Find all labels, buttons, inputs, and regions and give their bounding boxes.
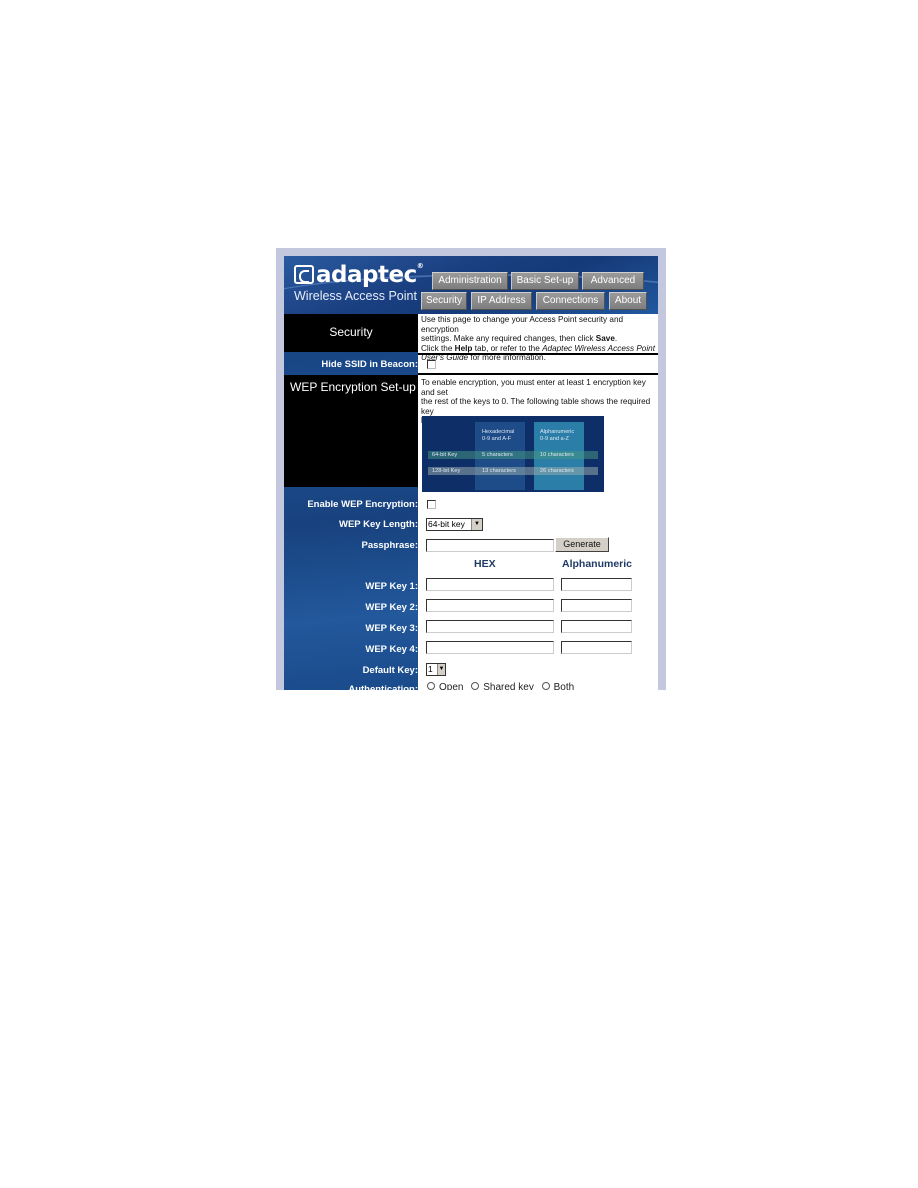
wep-key-1-alpha-input[interactable] [561, 578, 632, 591]
alpha-column-header: Alphanumeric [562, 558, 633, 570]
auth-option-label: Open [439, 682, 464, 690]
adaptec-logo: adaptec® [294, 262, 424, 288]
tab-advanced[interactable]: Advanced [582, 272, 644, 290]
tab-administration[interactable]: Administration [432, 272, 508, 290]
alpha-header-line: 0-9 and a-Z [540, 435, 569, 442]
wep-desc-line: the rest of the keys to 0. The following… [421, 397, 651, 416]
hex-header-line: 0-9 and A-F [482, 435, 512, 442]
wep-key-2-label: WEP Key 2: [365, 602, 418, 613]
intro-line: Use this page to change your Access Poin… [421, 315, 624, 334]
access-point-window: adaptec® Wireless Access Point Administr… [284, 256, 658, 690]
logo-text: adaptec [316, 262, 417, 288]
auth-option-shared-key[interactable]: Shared key [471, 682, 534, 690]
page-title: Security [329, 325, 373, 339]
wep-key-4-hex-input[interactable] [426, 641, 554, 654]
wep-key-3-label: WEP Key 3: [365, 623, 418, 634]
header-banner: adaptec® Wireless Access Point Administr… [284, 256, 658, 314]
hex-column-header: HEX [474, 558, 496, 570]
key-length-value: 64-bit key [428, 519, 465, 529]
intro-text-part: Click the [421, 343, 455, 353]
divider [418, 373, 658, 375]
radio-icon[interactable] [427, 682, 435, 690]
passphrase-label: Passphrase: [361, 540, 418, 551]
hide-ssid-label: Hide SSID in Beacon: [321, 359, 418, 370]
hex-header: Hexadecimal 0-9 and A-F [482, 429, 514, 442]
radio-icon[interactable] [471, 682, 480, 690]
wep-key-1-hex-input[interactable] [426, 578, 554, 591]
auth-option-both[interactable]: Both [541, 682, 575, 690]
enable-wep-label: Enable WEP Encryption: [307, 499, 418, 510]
tab-security[interactable]: Security [421, 292, 467, 310]
key-length-select[interactable]: 64-bit key ▼ [426, 518, 483, 531]
row-hex-value: 5 characters [482, 452, 513, 458]
wep-key-1-label: WEP Key 1: [365, 581, 418, 592]
default-key-value: 1 [428, 664, 433, 674]
default-key-select[interactable]: 1 ▼ [426, 663, 446, 676]
hide-ssid-checkbox[interactable] [427, 360, 436, 369]
alpha-header-line: Alphanumeric [540, 429, 575, 435]
hex-header-line: Hexadecimal [482, 429, 515, 435]
help-emphasis: Help [454, 343, 473, 353]
row-label: 128-bit Key [432, 468, 461, 474]
tab-about[interactable]: About [609, 292, 647, 310]
wep-key-3-alpha-input[interactable] [561, 620, 632, 633]
generate-button[interactable]: Generate [555, 537, 609, 552]
wep-setup-title: WEP Encryption Set-up [290, 380, 416, 394]
default-key-label: Default Key: [362, 665, 418, 676]
authentication-label: Authentication: [348, 684, 418, 690]
key-length-label: WEP Key Length: [339, 519, 418, 530]
row-label: 64-bit Key [432, 452, 458, 458]
row-alpha-value: 26 characters [540, 468, 574, 474]
adaptec-logo-icon [294, 265, 314, 284]
guide-title: Adaptec Wireless Access Point [542, 343, 655, 353]
wep-key-3-hex-input[interactable] [426, 620, 554, 633]
chevron-down-icon[interactable]: ▼ [471, 519, 482, 530]
wep-key-2-alpha-input[interactable] [561, 599, 632, 612]
tab-basic-setup[interactable]: Basic Set-up [511, 272, 579, 290]
row-alpha-value: 10 characters [540, 452, 574, 458]
intro-text-part: tab, or refer to the [472, 343, 543, 353]
app-frame: adaptec® Wireless Access Point Administr… [276, 248, 666, 690]
intro-text: Use this page to change your Access Poin… [421, 315, 658, 363]
intro-text-part: settings. Make any required changes, the… [421, 334, 596, 344]
divider [418, 353, 658, 355]
passphrase-input[interactable] [426, 539, 554, 552]
enable-wep-checkbox[interactable] [427, 500, 436, 509]
radio-icon[interactable] [541, 682, 550, 690]
wep-desc-line: To enable encryption, you must enter at … [421, 378, 646, 397]
auth-option-label: Shared key [483, 682, 534, 690]
wep-key-4-label: WEP Key 4: [365, 644, 418, 655]
row-hex-value: 13 characters [482, 468, 516, 474]
tab-ip-address[interactable]: IP Address [471, 292, 532, 310]
chevron-down-icon[interactable]: ▼ [437, 664, 445, 675]
save-emphasis: Save [595, 334, 615, 344]
authentication-options: Open Shared key Both [427, 682, 579, 690]
intro-line: settings. Make any required changes, the… [421, 334, 658, 344]
content-column [418, 314, 658, 690]
tab-connections[interactable]: Connections [536, 292, 605, 310]
wep-key-2-hex-input[interactable] [426, 599, 554, 612]
intro-text-part: . [614, 334, 618, 344]
auth-option-label: Both [553, 682, 575, 690]
intro-line: Click the Help tab, or refer to the Adap… [421, 344, 658, 354]
registered-mark: ® [416, 262, 424, 270]
alpha-header: Alphanumeric 0-9 and a-Z [540, 429, 574, 442]
wep-key-4-alpha-input[interactable] [561, 641, 632, 654]
auth-option-open[interactable]: Open [427, 682, 463, 690]
product-subtitle: Wireless Access Point [294, 289, 417, 303]
key-length-table: Hexadecimal 0-9 and A-F Alphanumeric 0-9 a… [422, 416, 604, 492]
